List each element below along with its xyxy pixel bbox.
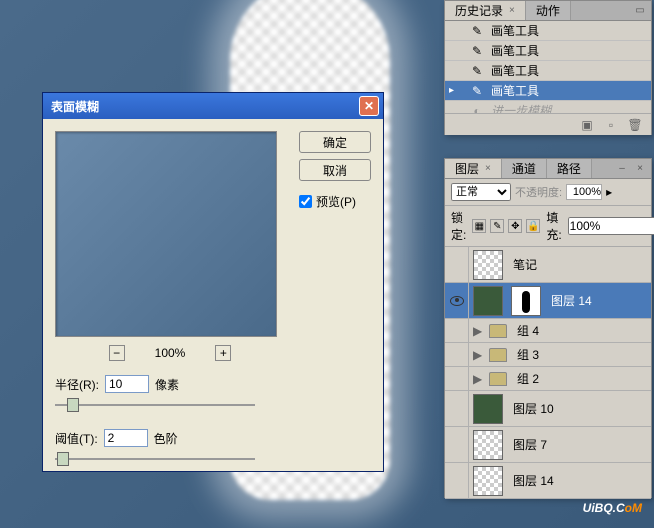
layer-group[interactable]: ▶组 3 [445, 343, 651, 367]
mask-thumb [511, 286, 541, 316]
history-item[interactable]: ✎画笔工具 [445, 21, 651, 41]
visibility-toggle[interactable] [445, 319, 469, 342]
visibility-toggle[interactable] [445, 283, 469, 318]
radius-input[interactable] [105, 375, 149, 393]
expand-icon[interactable]: ▶ [473, 372, 485, 386]
radius-unit: 像素 [155, 376, 179, 393]
ok-button[interactable]: 确定 [299, 131, 371, 153]
visibility-toggle[interactable] [445, 391, 469, 426]
layers-tabs: 图层× 通道 路径 – × [445, 159, 651, 179]
history-item[interactable]: ✎画笔工具 [445, 61, 651, 81]
layer-options: 正常 不透明度: ▸ [445, 179, 651, 206]
radius-slider[interactable] [55, 395, 255, 415]
lock-all-icon[interactable]: 🔒 [526, 219, 540, 233]
tab-channels[interactable]: 通道 [502, 159, 547, 178]
cancel-button[interactable]: 取消 [299, 159, 371, 181]
tab-actions[interactable]: 动作 [526, 1, 571, 20]
dialog-title: 表面模糊 [51, 98, 359, 115]
layers-panel: 图层× 通道 路径 – × 正常 不透明度: ▸ 锁定: ▦ ✎ ✥ 🔒 填充:… [444, 158, 652, 498]
close-icon[interactable]: × [509, 5, 515, 16]
folder-icon [489, 324, 507, 338]
current-indicator-icon: ▸ [449, 85, 461, 96]
minimize-icon[interactable]: – [615, 161, 629, 175]
layer-row[interactable]: 图层 14 [445, 463, 651, 499]
dialog-titlebar[interactable]: 表面模糊 ✕ [43, 93, 383, 119]
close-icon[interactable]: × [485, 163, 491, 174]
layer-row[interactable]: 图层 10 [445, 391, 651, 427]
opacity-label: 不透明度: [515, 184, 562, 200]
folder-icon [489, 348, 507, 362]
chevron-icon[interactable]: ▸ [606, 185, 612, 199]
layer-group[interactable]: ▶组 2 [445, 367, 651, 391]
layer-thumb [473, 394, 503, 424]
layer-thumb [473, 250, 503, 280]
history-item[interactable]: ◐进一步模糊 [445, 101, 651, 113]
lock-transparent-icon[interactable]: ▦ [472, 219, 486, 233]
lock-paint-icon[interactable]: ✎ [490, 219, 504, 233]
eye-icon [450, 296, 464, 306]
layer-group[interactable]: ▶组 4 [445, 319, 651, 343]
layer-thumb [473, 430, 503, 460]
history-panel: 历史记录× 动作 ▭ ✎画笔工具 ✎画笔工具 ✎画笔工具 ▸✎画笔工具 ◐进一步… [444, 0, 652, 135]
blend-mode-select[interactable]: 正常 [451, 183, 511, 201]
layer-list: 笔记 图层 14 ▶组 4 ▶组 3 ▶组 2 图层 10 图层 7 图层 14 [445, 247, 651, 499]
layer-thumb [473, 286, 503, 316]
history-footer: ▣ ▫ 🗑 [445, 113, 651, 135]
preview-checkbox-label: 预览(P) [316, 193, 356, 210]
preview-checkbox[interactable] [299, 195, 312, 208]
layer-row[interactable]: 图层 7 [445, 427, 651, 463]
brush-icon: ✎ [469, 83, 485, 99]
expand-icon[interactable]: ▶ [473, 348, 485, 362]
visibility-toggle[interactable] [445, 247, 469, 282]
visibility-toggle[interactable] [445, 427, 469, 462]
opacity-input[interactable] [566, 184, 602, 200]
expand-icon[interactable]: ▶ [473, 324, 485, 338]
layer-thumb [473, 466, 503, 496]
preview-area[interactable] [55, 131, 277, 337]
history-item-current[interactable]: ▸✎画笔工具 [445, 81, 651, 101]
close-button[interactable]: ✕ [359, 96, 379, 116]
zoom-out-button[interactable]: − [109, 345, 125, 361]
blur-icon: ◐ [469, 103, 485, 114]
radius-label: 半径(R): [55, 376, 99, 393]
zoom-value: 100% [155, 346, 186, 360]
layer-row-selected[interactable]: 图层 14 [445, 283, 651, 319]
brush-icon: ✎ [469, 63, 485, 79]
surface-blur-dialog: 表面模糊 ✕ − 100% + 半径(R): 像素 阈值(T): 色阶 [42, 92, 384, 472]
tab-history[interactable]: 历史记录× [445, 1, 526, 20]
history-tabs: 历史记录× 动作 ▭ [445, 1, 651, 21]
tab-layers[interactable]: 图层× [445, 159, 502, 178]
brush-icon: ✎ [469, 23, 485, 39]
lock-row: 锁定: ▦ ✎ ✥ 🔒 填充: ▸ [445, 206, 651, 247]
minimize-icon[interactable]: ▭ [633, 3, 647, 17]
threshold-unit: 色阶 [154, 430, 178, 447]
close-panel-icon[interactable]: × [633, 161, 647, 175]
folder-icon [489, 372, 507, 386]
zoom-in-button[interactable]: + [215, 345, 231, 361]
lock-label: 锁定: [451, 209, 466, 243]
visibility-toggle[interactable] [445, 463, 469, 498]
threshold-slider[interactable] [55, 449, 255, 469]
threshold-input[interactable] [104, 429, 148, 447]
new-icon[interactable]: ▫ [603, 117, 619, 133]
lock-move-icon[interactable]: ✥ [508, 219, 522, 233]
trash-icon[interactable]: 🗑 [627, 117, 643, 133]
fill-input[interactable] [568, 217, 654, 235]
snapshot-icon[interactable]: ▣ [579, 117, 595, 133]
brush-icon: ✎ [469, 43, 485, 59]
history-list: ✎画笔工具 ✎画笔工具 ✎画笔工具 ▸✎画笔工具 ◐进一步模糊 [445, 21, 651, 113]
visibility-toggle[interactable] [445, 343, 469, 366]
threshold-label: 阈值(T): [55, 430, 98, 447]
visibility-toggle[interactable] [445, 367, 469, 390]
history-item[interactable]: ✎画笔工具 [445, 41, 651, 61]
fill-label: 填充: [546, 209, 561, 243]
tab-paths[interactable]: 路径 [547, 159, 592, 178]
layer-row[interactable]: 笔记 [445, 247, 651, 283]
watermark: UiBQ.CoM [583, 495, 642, 518]
